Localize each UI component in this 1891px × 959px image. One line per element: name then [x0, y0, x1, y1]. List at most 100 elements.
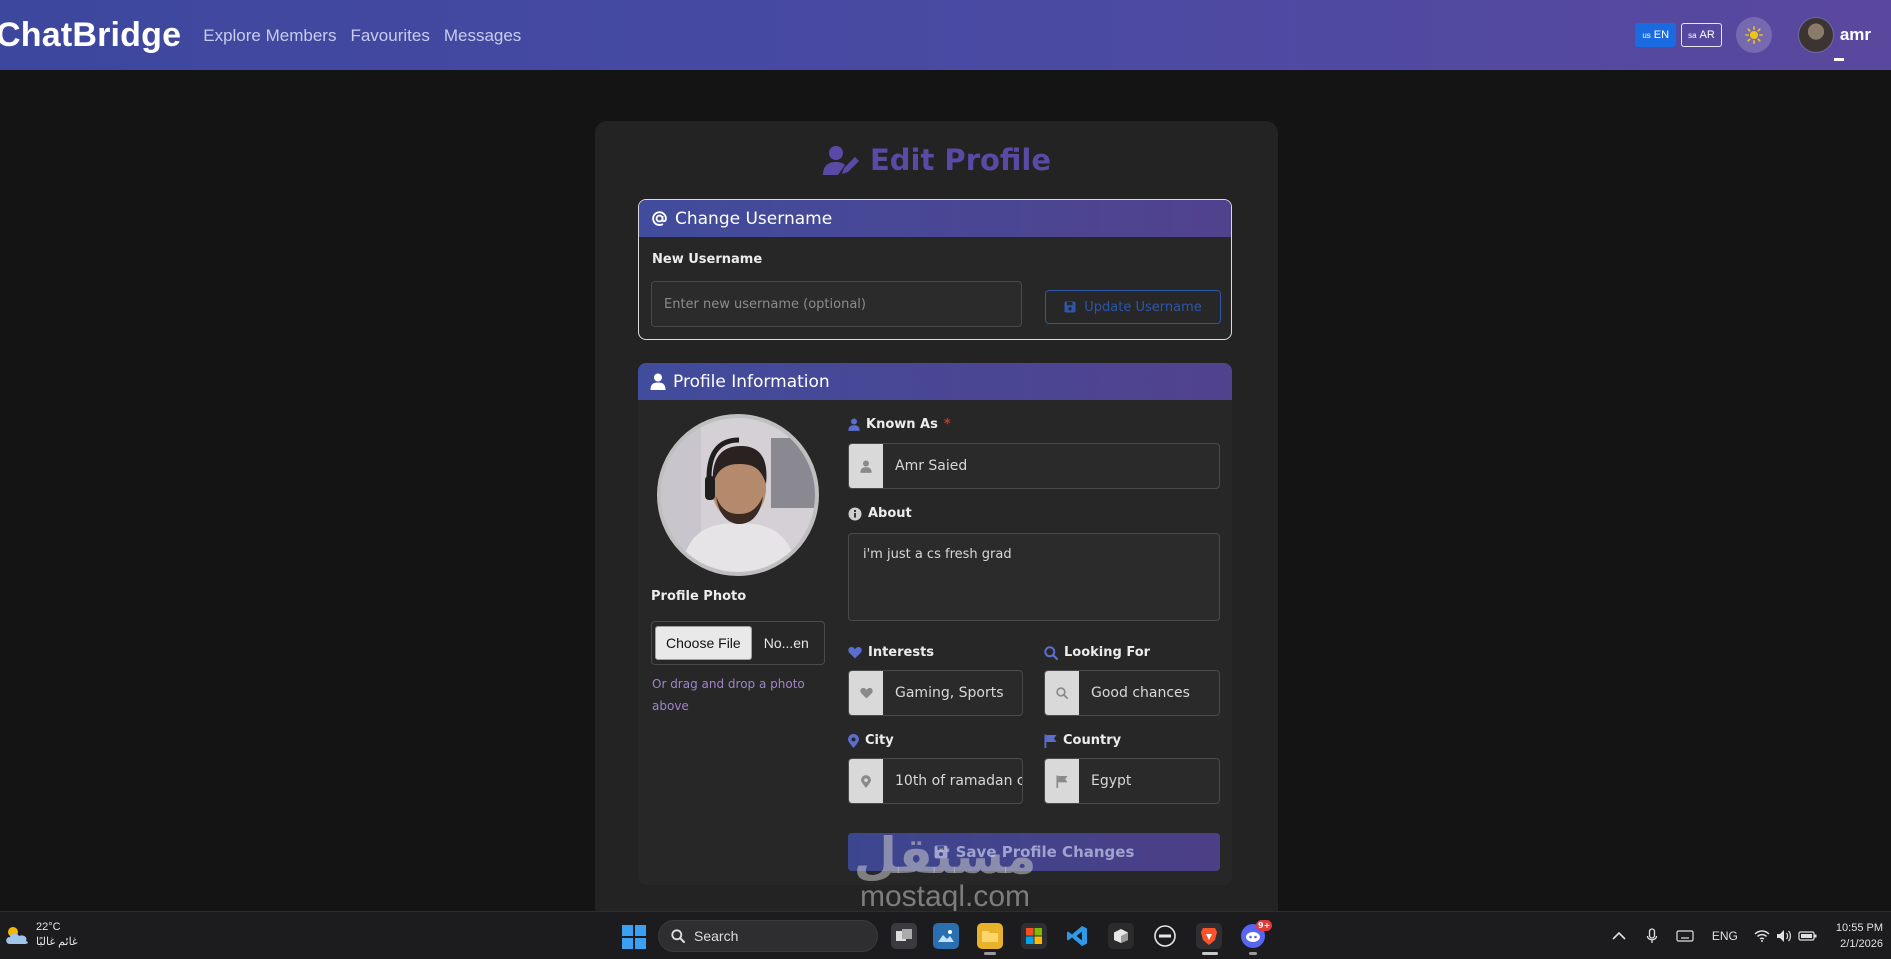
- interests-label-text: Interests: [868, 645, 935, 660]
- task-view-glyph-icon: [896, 929, 912, 941]
- vscode-icon[interactable]: [1064, 923, 1090, 949]
- country-value: Egypt: [1091, 773, 1132, 789]
- nav-right: us EN sa AR amr: [1635, 0, 1891, 70]
- city-input[interactable]: 10th of ramadan c: [848, 758, 1023, 804]
- taskbar-search[interactable]: Search: [658, 920, 878, 952]
- update-username-label: Update Username: [1084, 299, 1202, 315]
- nav-links: Explore Members Favourites Messages: [203, 26, 521, 46]
- dropdown-caret-icon: [1833, 58, 1844, 61]
- user-edit-icon: [822, 146, 859, 175]
- battery-icon[interactable]: [1798, 930, 1818, 942]
- microsoft-store-icon[interactable]: [1021, 923, 1047, 949]
- discord-app-icon[interactable]: 9+: [1240, 920, 1273, 949]
- known-as-input[interactable]: Amr Saied: [848, 443, 1220, 489]
- watermark-latin: mostaql.com: [859, 880, 1031, 913]
- about-label: About: [848, 506, 912, 521]
- known-as-value: Amr Saied: [895, 458, 968, 474]
- clock-time: 10:55 PM: [1835, 922, 1883, 934]
- language-ar-button[interactable]: sa AR: [1681, 23, 1722, 47]
- task-view-icon[interactable]: [891, 923, 917, 949]
- selected-file-name: No...en: [763, 635, 809, 651]
- input-language[interactable]: ENG: [1712, 929, 1738, 943]
- profile-photo-file-input[interactable]: Choose File No...en: [651, 621, 825, 665]
- info-icon: [848, 507, 862, 520]
- new-username-input[interactable]: Enter new username (optional): [651, 281, 1022, 327]
- folder-glyph-icon: [982, 931, 998, 942]
- microphone-icon[interactable]: [1646, 928, 1658, 944]
- us-flag-icon: us: [1642, 30, 1651, 40]
- clock[interactable]: 10:55 PM 2/1/2026: [1836, 920, 1883, 952]
- interests-input[interactable]: Gaming, Sports: [848, 670, 1023, 716]
- city-prefix: [849, 759, 883, 803]
- language-en-button[interactable]: us EN: [1635, 23, 1677, 47]
- save-icon: [1064, 301, 1076, 313]
- photos-app-icon[interactable]: [933, 923, 959, 949]
- required-marker: *: [943, 417, 951, 432]
- profile-photo-image: [661, 418, 815, 572]
- dell-app-icon[interactable]: [1152, 923, 1178, 949]
- page-title-text: Edit Profile: [869, 143, 1052, 177]
- discord-running-indicator: [1249, 952, 1257, 955]
- at-icon: [652, 211, 667, 226]
- search-icon: [671, 929, 685, 943]
- weather-cloud-icon: [6, 927, 28, 944]
- about-value: i'm just a cs fresh grad: [863, 547, 1012, 562]
- new-username-label: New Username: [652, 252, 763, 267]
- sa-flag-icon: sa: [1688, 30, 1697, 40]
- keyboard-icon[interactable]: [1676, 930, 1694, 942]
- chevron-up-icon[interactable]: [1612, 931, 1626, 941]
- nav-favourites[interactable]: Favourites: [350, 26, 429, 46]
- about-textarea[interactable]: i'm just a cs fresh grad: [848, 533, 1220, 621]
- cube-app-icon[interactable]: [1108, 923, 1134, 949]
- country-input[interactable]: Egypt: [1044, 758, 1220, 804]
- theme-toggle-button[interactable]: [1735, 17, 1772, 53]
- interests-prefix: [849, 671, 883, 715]
- brave-running-indicator: [1202, 952, 1218, 955]
- clock-date: 2/1/2026: [1840, 938, 1883, 950]
- explorer-running-indicator: [984, 952, 996, 955]
- weather-description: غائم غالبًا: [36, 936, 78, 948]
- cube-glyph-icon: [1114, 929, 1128, 943]
- heart-icon: [848, 647, 862, 659]
- brave-browser-icon[interactable]: [1196, 923, 1222, 949]
- volume-icon[interactable]: [1776, 929, 1792, 943]
- store-glyph-icon: [1026, 928, 1042, 944]
- language-ar-label: AR: [1699, 29, 1715, 41]
- city-label: City: [848, 733, 894, 748]
- search-icon: [1056, 687, 1068, 699]
- file-explorer-icon[interactable]: [977, 923, 1003, 949]
- looking-for-prefix: [1045, 671, 1079, 715]
- new-username-placeholder: Enter new username (optional): [664, 296, 866, 312]
- taskbar-search-label: Search: [694, 928, 739, 944]
- looking-for-label-text: Looking For: [1064, 645, 1151, 660]
- dell-logo-icon: [1154, 925, 1176, 947]
- known-as-label: Known As *: [848, 417, 951, 432]
- watermark-arabic: مستقل: [853, 827, 1037, 885]
- profile-photo-preview[interactable]: [657, 414, 819, 576]
- heart-icon: [859, 687, 873, 699]
- looking-for-input[interactable]: Good chances: [1044, 670, 1220, 716]
- brand-logo[interactable]: ChatBridge: [0, 16, 181, 55]
- user-icon: [860, 460, 872, 473]
- profile-information-title: Profile Information: [673, 371, 830, 392]
- windows-taskbar: 22°C غائم غالبًا Search 9+ ENG 10:55 PM …: [0, 911, 1891, 959]
- photos-glyph-icon: [938, 930, 954, 942]
- map-pin-icon: [861, 774, 871, 788]
- start-button[interactable]: [622, 925, 646, 949]
- profile-information-section: Profile Information Profile Photo Choose…: [638, 363, 1232, 885]
- wifi-icon[interactable]: [1754, 930, 1770, 942]
- nav-messages[interactable]: Messages: [444, 26, 521, 46]
- country-label: Country: [1044, 733, 1121, 748]
- update-username-button[interactable]: Update Username: [1045, 290, 1221, 324]
- city-label-text: City: [865, 733, 894, 748]
- looking-for-value: Good chances: [1091, 685, 1190, 701]
- user-menu[interactable]: amr: [1797, 17, 1871, 61]
- profile-photo-label: Profile Photo: [651, 589, 747, 604]
- interests-label: Interests: [848, 645, 934, 660]
- discord-notification-badge: 9+: [1256, 920, 1273, 931]
- choose-file-button[interactable]: Choose File: [655, 626, 752, 660]
- nav-explore-members[interactable]: Explore Members: [203, 26, 336, 46]
- user-icon: [650, 373, 666, 390]
- looking-for-label: Looking For: [1044, 645, 1150, 660]
- weather-widget[interactable]: 22°C غائم غالبًا: [4, 920, 78, 950]
